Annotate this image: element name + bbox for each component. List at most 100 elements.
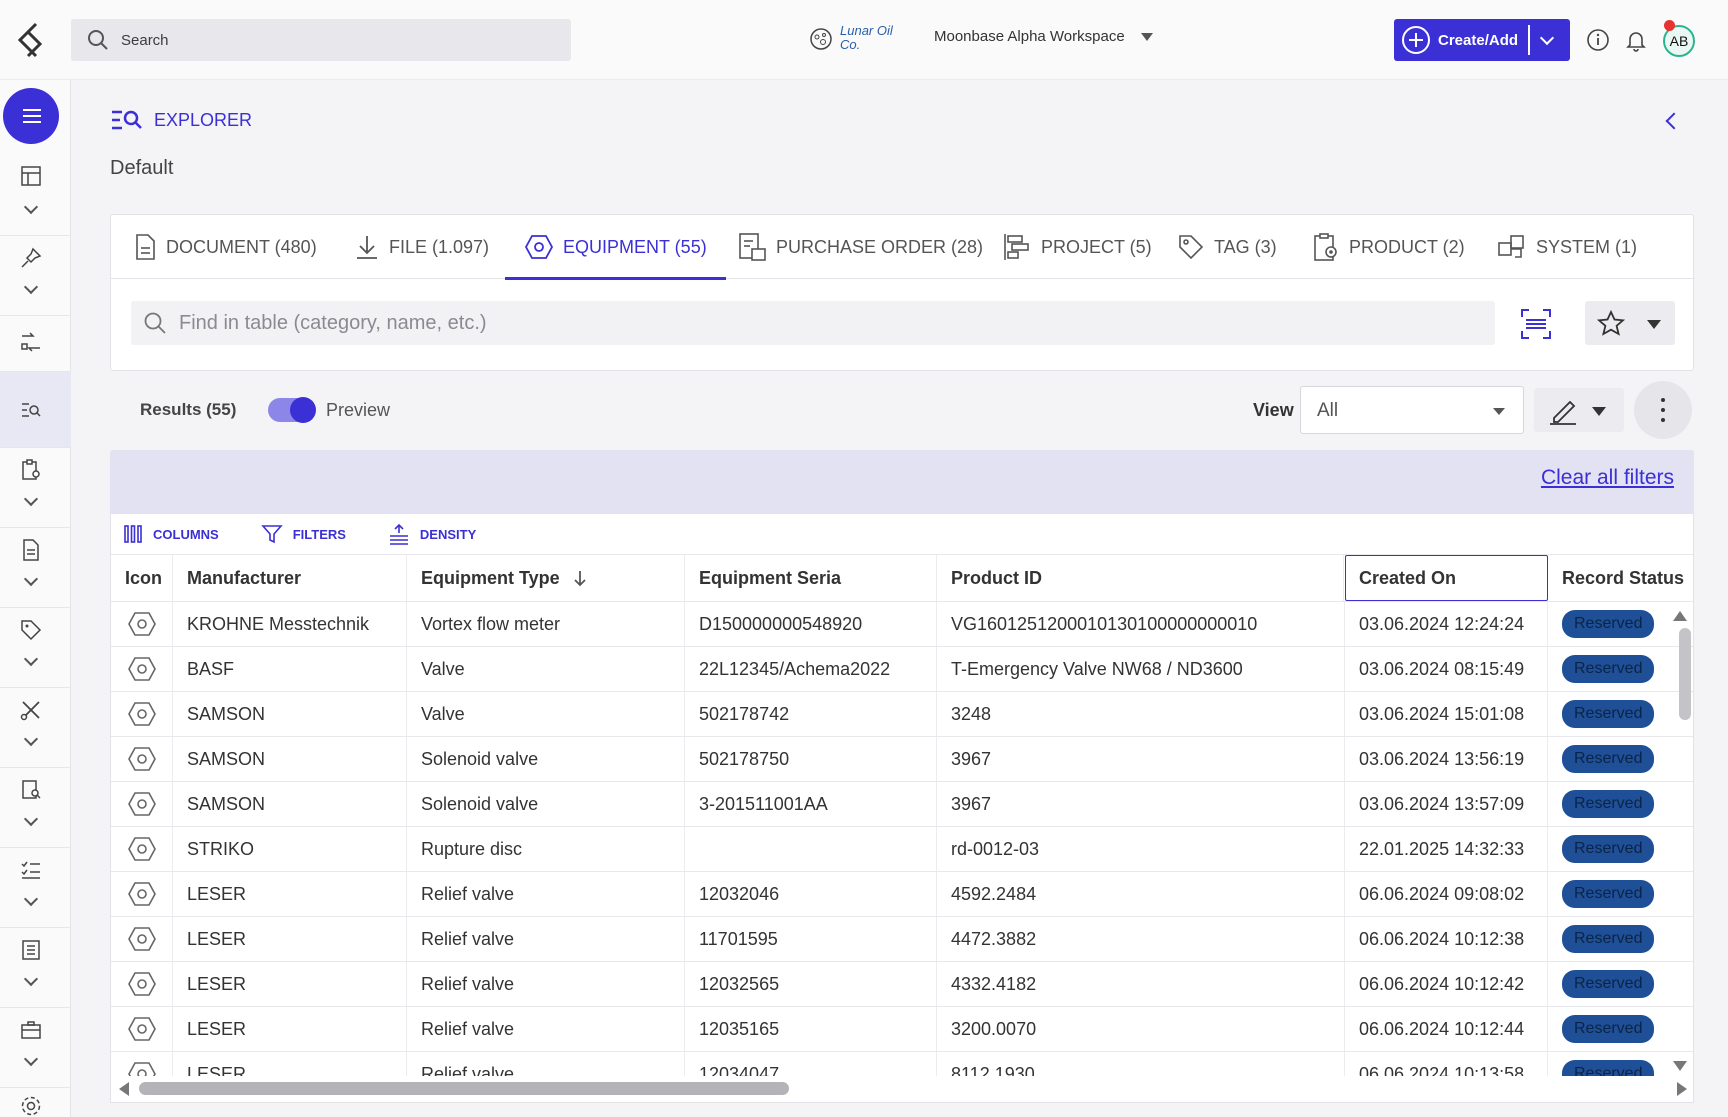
cell-created-on: 03.06.2024 08:15:49: [1345, 647, 1548, 691]
header-equipment-serial[interactable]: Equipment Seria: [685, 555, 937, 601]
horizontal-scrollbar[interactable]: [111, 1076, 1693, 1100]
table-row[interactable]: BASF Valve 22L12345/Achema2022 T-Emergency …: [111, 647, 1693, 692]
scroll-down-arrow[interactable]: [1673, 1061, 1687, 1071]
more-options-button[interactable]: [1634, 381, 1692, 439]
vertical-scrollbar[interactable]: [1677, 610, 1691, 1080]
table-row[interactable]: LESER Relief valve 12032046 4592.2484 06.06.…: [111, 872, 1693, 917]
info-icon[interactable]: [1586, 28, 1610, 52]
cell-icon: [111, 962, 173, 1006]
columns-button[interactable]: COLUMNS: [123, 524, 219, 544]
sidebar-item-explorer[interactable]: [0, 372, 71, 448]
tab-file[interactable]: FILE (1.097): [354, 215, 489, 279]
sidebar-item-tasks[interactable]: [0, 448, 71, 528]
table-row[interactable]: LESER Relief valve 11701595 4472.3882 06.06.…: [111, 917, 1693, 962]
header-product-id[interactable]: Product ID: [937, 555, 1344, 601]
clear-all-filters-link[interactable]: Clear all filters: [1541, 466, 1674, 490]
tab-equipment[interactable]: EQUIPMENT (55): [505, 215, 726, 280]
sidebar-item-inventory[interactable]: [0, 1008, 71, 1088]
header-record-status[interactable]: Record Status: [1548, 555, 1693, 601]
tab-product[interactable]: PRODUCT (2): [1312, 215, 1465, 279]
scroll-left-arrow[interactable]: [119, 1082, 129, 1096]
chevron-down-icon[interactable]: [23, 491, 39, 507]
cell-created-on: 03.06.2024 12:24:24: [1345, 602, 1548, 646]
equipment-icon: [128, 657, 156, 681]
filters-button[interactable]: FILTERS: [260, 524, 346, 544]
table-header-row: Icon Manufacturer Equipment Type Equipme…: [111, 554, 1693, 602]
chevron-down-icon[interactable]: [23, 199, 39, 215]
scroll-right-arrow[interactable]: [1677, 1082, 1687, 1096]
horizontal-scroll-thumb[interactable]: [139, 1082, 789, 1095]
chevron-down-icon[interactable]: [23, 651, 39, 667]
favorites-button[interactable]: [1585, 301, 1675, 345]
equipment-icon: [128, 747, 156, 771]
tab-purchase-order[interactable]: PURCHASE ORDER (28): [737, 215, 983, 279]
caret-down-icon: [1140, 32, 1153, 41]
table-row[interactable]: KROHNE Messtechnik Vortex flow meter D1500…: [111, 602, 1693, 647]
sidebar-item-tags[interactable]: [0, 608, 71, 688]
sidebar-item-pins[interactable]: [0, 236, 71, 316]
tab-system-label: SYSTEM (1): [1536, 236, 1638, 257]
view-select[interactable]: All: [1300, 386, 1524, 434]
vertical-scroll-thumb[interactable]: [1679, 628, 1691, 720]
chevron-down-icon[interactable]: [23, 1051, 39, 1067]
chevron-down-icon[interactable]: [23, 971, 39, 987]
workspace-selector[interactable]: Moonbase Alpha Workspace: [934, 28, 1153, 45]
tab-system[interactable]: SYSTEM (1): [1497, 215, 1637, 279]
header-manufacturer[interactable]: Manufacturer: [173, 555, 407, 601]
equipment-icon: [128, 792, 156, 816]
sidebar-item-settings[interactable]: [0, 1088, 71, 1117]
bell-icon[interactable]: [1624, 28, 1648, 52]
sidebar-item-documents[interactable]: [0, 528, 71, 608]
edit-view-button[interactable]: [1534, 388, 1624, 432]
sort-arrow-down-icon[interactable]: [572, 569, 588, 587]
scan-icon[interactable]: [1519, 307, 1553, 341]
sidebar-item-workflow[interactable]: [0, 316, 71, 372]
equipment-icon: [128, 972, 156, 996]
cell-equipment-serial: 12032046: [685, 872, 937, 916]
density-button[interactable]: DENSITY: [388, 523, 476, 545]
preview-toggle[interactable]: [268, 397, 316, 423]
chevron-down-icon[interactable]: [23, 811, 39, 827]
tab-document[interactable]: DOCUMENT (480): [133, 215, 317, 279]
equipment-icon: [524, 235, 554, 259]
chevron-down-icon[interactable]: [23, 279, 39, 295]
global-search[interactable]: Search: [71, 19, 571, 61]
cell-equipment-type: Valve: [407, 647, 685, 691]
equipment-icon: [128, 612, 156, 636]
chevron-down-icon[interactable]: [23, 731, 39, 747]
table-row[interactable]: SAMSON Solenoid valve 3-201511001AA 3967 03.…: [111, 782, 1693, 827]
app-logo-icon[interactable]: [14, 20, 50, 60]
plus-circle-icon: [1402, 26, 1430, 54]
chevron-down-icon[interactable]: [23, 571, 39, 587]
collapse-panel-icon[interactable]: [1665, 112, 1683, 130]
kebab-dot: [1661, 408, 1665, 412]
header-equipment-type[interactable]: Equipment Type: [407, 555, 685, 601]
table-row[interactable]: STRIKO Rupture disc rd-0012-03 22.01.2025 1…: [111, 827, 1693, 872]
chevron-down-icon[interactable]: [1539, 30, 1555, 46]
table-row[interactable]: LESER Relief valve 12035165 3200.0070 06.06.…: [111, 1007, 1693, 1052]
cell-manufacturer: LESER: [173, 917, 407, 961]
header-created-on[interactable]: Created On: [1345, 555, 1548, 601]
cell-manufacturer: LESER: [173, 962, 407, 1006]
tab-tag[interactable]: TAG (3): [1177, 215, 1277, 279]
table-row[interactable]: LESER Relief valve 12032565 4332.4182 06.06.…: [111, 962, 1693, 1007]
sidebar-item-list[interactable]: [0, 928, 71, 1008]
sidebar-item-tools[interactable]: [0, 688, 71, 768]
chevron-down-icon[interactable]: [23, 891, 39, 907]
table-row[interactable]: SAMSON Valve 502178742 3248 03.06.2024 15:01…: [111, 692, 1693, 737]
tab-project[interactable]: PROJECT (5): [1002, 215, 1152, 279]
header-icon[interactable]: Icon: [111, 555, 173, 601]
toolbox-icon: [21, 1021, 41, 1039]
menu-line: [23, 121, 41, 123]
menu-button[interactable]: [3, 88, 59, 144]
sidebar-item-inspection[interactable]: [0, 768, 71, 848]
sidebar-item-dashboard[interactable]: [0, 156, 71, 236]
sidebar-item-checklist[interactable]: [0, 848, 71, 928]
table-row[interactable]: SAMSON Solenoid valve 502178750 3967 03.06.2…: [111, 737, 1693, 782]
create-add-button[interactable]: Create/Add: [1394, 19, 1570, 61]
cell-product-id: VG1601251200010130100000000010: [937, 602, 1345, 646]
status-badge: Reserved: [1562, 880, 1655, 908]
cell-record-status: Reserved: [1548, 692, 1693, 736]
density-label: DENSITY: [419, 526, 477, 542]
table-find-input[interactable]: Find in table (category, name, etc.): [131, 301, 1495, 345]
